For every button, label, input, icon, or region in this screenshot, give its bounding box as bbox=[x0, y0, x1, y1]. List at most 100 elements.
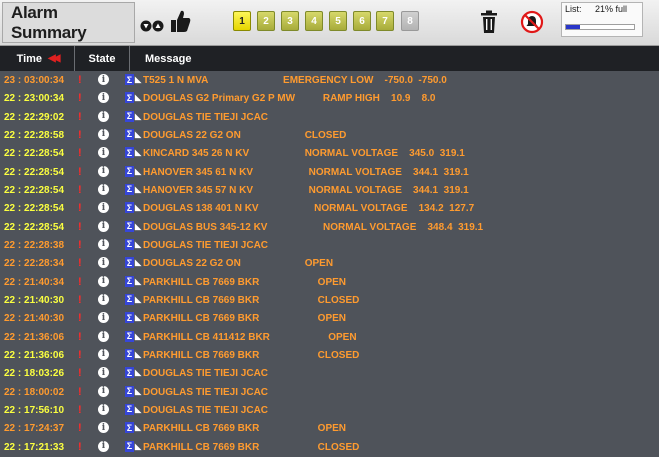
info-icon[interactable]: i bbox=[98, 74, 109, 85]
alert-icon: ! bbox=[78, 348, 82, 361]
alarm-row[interactable]: 22 : 17:24:37! i Σ ◣ PARKHILL CB 7669 BKR OP… bbox=[0, 419, 659, 437]
sigma-icon[interactable]: Σ bbox=[125, 202, 134, 214]
info-icon[interactable]: i bbox=[98, 183, 109, 195]
info-icon[interactable]: i bbox=[98, 128, 109, 140]
alarm-message: PARKHILL CB 7669 BKR CLOSED bbox=[143, 441, 360, 453]
alarm-row[interactable]: 22 : 21:40:34! i Σ ◣ PARKHILL CB 7669 BKR OP… bbox=[0, 273, 659, 291]
info-icon[interactable]: i bbox=[98, 330, 109, 342]
sigma-icon[interactable]: Σ bbox=[125, 147, 134, 159]
scroll-down-icon[interactable] bbox=[140, 20, 152, 32]
severity-filter-4[interactable]: 4 bbox=[305, 11, 323, 31]
scroll-up-icon[interactable] bbox=[152, 20, 164, 32]
alarm-row[interactable]: 22 : 21:36:06! i Σ ◣ PARKHILL CB 7669 BKR CL… bbox=[0, 346, 659, 364]
alarm-row[interactable]: 22 : 22:29:02! i Σ ◣ DOUGLAS TIE TIEJI JCAC bbox=[0, 108, 659, 126]
sigma-icon[interactable]: Σ bbox=[125, 74, 134, 85]
info-icon[interactable]: i bbox=[98, 92, 109, 104]
sigma-icon[interactable]: Σ bbox=[125, 183, 134, 195]
sigma-icon[interactable]: Σ bbox=[125, 128, 134, 140]
alarm-list[interactable]: 23 : 03:00:34! i Σ ◣ T525 1 N MVA EMERGENCY … bbox=[0, 71, 659, 457]
info-icon[interactable]: i bbox=[98, 403, 109, 415]
sigma-icon[interactable]: Σ bbox=[125, 330, 134, 342]
info-icon[interactable]: i bbox=[98, 422, 109, 434]
alarm-row[interactable]: 22 : 22:28:54! i Σ ◣ DOUGLAS BUS 345-12 KV N… bbox=[0, 218, 659, 236]
triangle-marker-icon: ◣ bbox=[135, 276, 142, 286]
severity-filter-8[interactable]: 8 bbox=[401, 11, 419, 31]
info-icon[interactable]: i bbox=[98, 147, 109, 159]
alarm-row[interactable]: 22 : 22:28:34! i Σ ◣ DOUGLAS 22 G2 ON OPEN bbox=[0, 254, 659, 272]
column-time[interactable]: Time ◀◀ bbox=[0, 46, 75, 71]
severity-filter-2[interactable]: 2 bbox=[257, 11, 275, 31]
alarm-row[interactable]: 23 : 03:00:34! i Σ ◣ T525 1 N MVA EMERGENCY … bbox=[0, 71, 659, 89]
triangle-marker-icon: ◣ bbox=[135, 258, 142, 268]
sigma-icon[interactable]: Σ bbox=[125, 440, 134, 452]
sigma-icon[interactable]: Σ bbox=[125, 293, 134, 305]
delete-trash-icon[interactable] bbox=[478, 9, 500, 35]
alert-icon: ! bbox=[78, 74, 82, 86]
info-icon[interactable]: i bbox=[98, 293, 109, 305]
alarm-time: 22 : 17:24:37 bbox=[4, 423, 65, 435]
info-icon[interactable]: i bbox=[98, 440, 109, 452]
alert-icon: ! bbox=[78, 220, 82, 233]
alarm-row[interactable]: 22 : 17:21:33! i Σ ◣ PARKHILL CB 7669 BKR CL… bbox=[0, 438, 659, 456]
alarm-message: DOUGLAS TIE TIEJI JCAC bbox=[143, 404, 269, 416]
alarm-row[interactable]: 22 : 23:00:34! i Σ ◣ DOUGLAS G2 Primary G2 P… bbox=[0, 89, 659, 107]
list-value: 21% full bbox=[595, 4, 628, 14]
list-capacity: List: 21% full bbox=[561, 2, 643, 37]
alarm-time: 22 : 17:21:33 bbox=[4, 441, 65, 453]
column-message[interactable]: Message bbox=[130, 46, 659, 71]
alarm-time: 22 : 17:56:10 bbox=[4, 404, 65, 416]
alarm-row[interactable]: 22 : 22:28:54! i Σ ◣ HANOVER 345 57 N KV NOR… bbox=[0, 181, 659, 199]
severity-filter-1[interactable]: 1 bbox=[233, 11, 251, 31]
info-icon[interactable]: i bbox=[98, 202, 109, 214]
triangle-marker-icon: ◣ bbox=[135, 203, 142, 213]
alarm-row[interactable]: 22 : 18:03:26! i Σ ◣ DOUGLAS TIE TIEJI JCAC bbox=[0, 364, 659, 382]
sigma-icon[interactable]: Σ bbox=[125, 257, 134, 269]
info-icon[interactable]: i bbox=[98, 165, 109, 177]
info-icon[interactable]: i bbox=[98, 257, 109, 269]
alarm-row[interactable]: 22 : 18:00:02! i Σ ◣ DOUGLAS TIE TIEJI JCAC bbox=[0, 383, 659, 401]
alarm-row[interactable]: 22 : 22:28:54! i Σ ◣ HANOVER 345 61 N KV NOR… bbox=[0, 163, 659, 181]
sigma-icon[interactable]: Σ bbox=[125, 92, 134, 104]
app-title: Alarm Summary bbox=[2, 2, 135, 43]
alarm-message: PARKHILL CB 411412 BKR OPEN bbox=[143, 331, 357, 343]
severity-filter-3[interactable]: 3 bbox=[281, 11, 299, 31]
sigma-icon[interactable]: Σ bbox=[125, 220, 134, 232]
alarm-row[interactable]: 22 : 22:28:54! i Σ ◣ KINCARD 345 26 N KV NOR… bbox=[0, 144, 659, 162]
sigma-icon[interactable]: Σ bbox=[125, 110, 134, 122]
severity-filter-5[interactable]: 5 bbox=[329, 11, 347, 31]
sigma-icon[interactable]: Σ bbox=[125, 165, 134, 177]
sigma-icon[interactable]: Σ bbox=[125, 348, 134, 360]
list-label: List: bbox=[565, 4, 582, 14]
alarm-row[interactable]: 22 : 21:40:30! i Σ ◣ PARKHILL CB 7669 BKR OP… bbox=[0, 309, 659, 327]
info-icon[interactable]: i bbox=[98, 275, 109, 287]
info-icon[interactable]: i bbox=[98, 348, 109, 360]
info-icon[interactable]: i bbox=[98, 367, 109, 379]
alarm-time: 22 : 21:40:34 bbox=[4, 276, 65, 288]
alarm-row[interactable]: 22 : 22:28:58! i Σ ◣ DOUGLAS 22 G2 ON CLOSED bbox=[0, 126, 659, 144]
alarm-row[interactable]: 22 : 22:28:38! i Σ ◣ DOUGLAS TIE TIEJI JCAC bbox=[0, 236, 659, 254]
sigma-icon[interactable]: Σ bbox=[125, 422, 134, 434]
severity-filter-7[interactable]: 7 bbox=[376, 11, 394, 31]
column-state[interactable]: State bbox=[75, 46, 130, 71]
acknowledge-thumbs-up-icon[interactable] bbox=[168, 7, 192, 35]
info-icon[interactable]: i bbox=[98, 110, 109, 122]
alarm-row[interactable]: 22 : 22:28:54! i Σ ◣ DOUGLAS 138 401 N KV NO… bbox=[0, 199, 659, 217]
sigma-icon[interactable]: Σ bbox=[125, 385, 134, 397]
alarm-row[interactable]: 22 : 21:36:06! i Σ ◣ PARKHILL CB 411412 BKR … bbox=[0, 328, 659, 346]
silence-alarm-icon[interactable] bbox=[519, 9, 545, 35]
info-icon[interactable]: i bbox=[98, 238, 109, 250]
info-icon[interactable]: i bbox=[98, 385, 109, 397]
alarm-row[interactable]: 22 : 21:40:30! i Σ ◣ PARKHILL CB 7669 BKR CL… bbox=[0, 291, 659, 309]
sigma-icon[interactable]: Σ bbox=[125, 403, 134, 415]
sigma-icon[interactable]: Σ bbox=[125, 312, 134, 324]
alert-icon: ! bbox=[78, 257, 82, 270]
sigma-icon[interactable]: Σ bbox=[125, 238, 134, 250]
sigma-icon[interactable]: Σ bbox=[125, 367, 134, 379]
info-icon[interactable]: i bbox=[98, 220, 109, 232]
severity-filter-6[interactable]: 6 bbox=[353, 11, 371, 31]
triangle-marker-icon: ◣ bbox=[135, 404, 142, 414]
sigma-icon[interactable]: Σ bbox=[125, 275, 134, 287]
info-icon[interactable]: i bbox=[98, 312, 109, 324]
alarm-row[interactable]: 22 : 17:56:10! i Σ ◣ DOUGLAS TIE TIEJI JCAC bbox=[0, 401, 659, 419]
alert-icon: ! bbox=[78, 422, 82, 435]
